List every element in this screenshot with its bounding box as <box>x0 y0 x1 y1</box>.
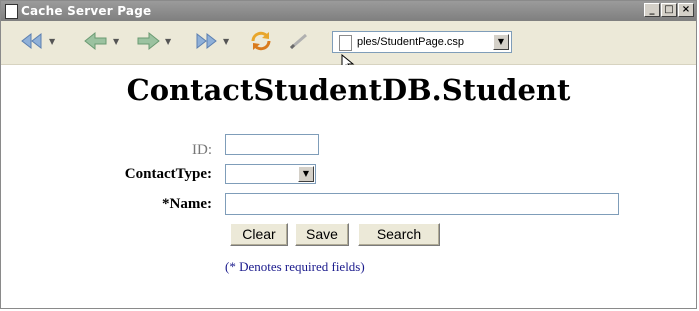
edit-button[interactable] <box>288 29 310 53</box>
forward-button[interactable]: ▼ <box>193 29 229 53</box>
chevron-down-icon[interactable]: ▼ <box>298 166 314 182</box>
browser-window: Cache Server Page _ □ × ▼ ▼ ▼ ▼ ples/Stu… <box>0 0 697 309</box>
window-title: Cache Server Page <box>21 4 152 18</box>
double-forward-arrow-icon <box>196 32 217 50</box>
search-button[interactable]: Search <box>358 223 440 246</box>
document-icon <box>339 35 352 51</box>
title-bar: Cache Server Page _ □ × <box>1 1 696 21</box>
required-fields-note: (* Denotes required fields) <box>225 259 365 274</box>
address-bar[interactable]: ples/StudentPage.csp ▼ <box>332 31 512 53</box>
page-content: ContactStudentDB.Student ID: ContactType… <box>1 65 696 308</box>
address-text: ples/StudentPage.csp <box>357 36 465 48</box>
name-label: *Name: <box>162 196 212 212</box>
page-icon <box>5 4 18 19</box>
chevron-down-icon[interactable]: ▼ <box>113 37 119 46</box>
left-arrow-icon <box>84 31 107 51</box>
back-arrow-button[interactable]: ▼ <box>83 29 119 53</box>
refresh-icon <box>251 31 271 51</box>
chevron-down-icon[interactable]: ▼ <box>49 37 55 46</box>
right-arrow-icon <box>137 31 160 51</box>
name-input[interactable] <box>225 193 619 215</box>
close-button[interactable]: × <box>678 3 694 17</box>
pencil-icon <box>289 33 307 50</box>
maximize-button[interactable]: □ <box>661 3 677 17</box>
chevron-down-icon[interactable]: ▼ <box>165 37 171 46</box>
double-back-arrow-icon <box>21 32 42 50</box>
minimize-button[interactable]: _ <box>644 3 660 17</box>
contact-type-select[interactable]: ▼ <box>225 164 316 184</box>
back-button[interactable]: ▼ <box>19 29 55 53</box>
window-controls: _ □ × <box>644 3 694 17</box>
id-label: ID: <box>192 142 212 158</box>
address-dropdown-button[interactable]: ▼ <box>493 34 509 50</box>
chevron-down-icon[interactable]: ▼ <box>223 37 229 46</box>
clear-button[interactable]: Clear <box>230 223 288 246</box>
page-title: ContactStudentDB.Student <box>126 73 571 107</box>
forward-arrow-button[interactable]: ▼ <box>135 29 171 53</box>
save-button[interactable]: Save <box>295 223 349 246</box>
contact-type-label: ContactType: <box>124 166 212 182</box>
id-input[interactable] <box>225 134 319 155</box>
refresh-button[interactable] <box>249 29 273 53</box>
